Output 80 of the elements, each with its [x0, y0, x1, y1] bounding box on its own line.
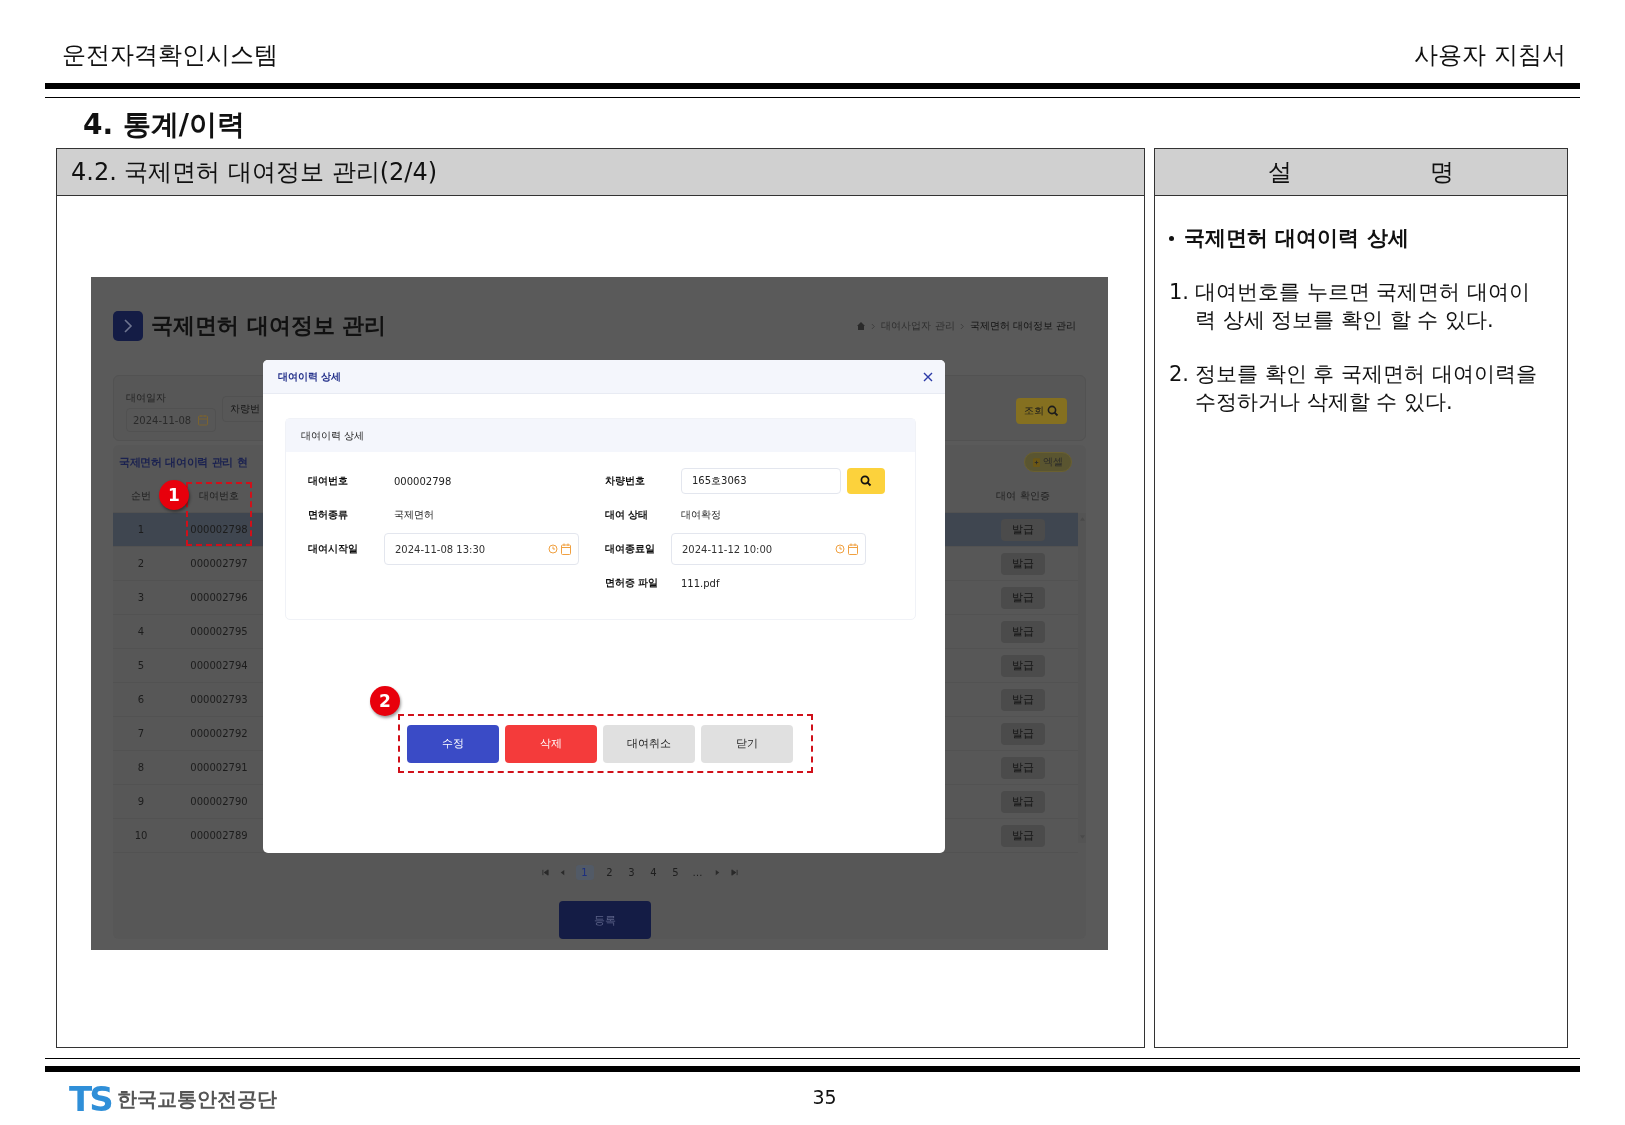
home-icon[interactable] — [856, 321, 867, 331]
field-label: 대여 상태 — [605, 508, 650, 522]
page-link[interactable]: … — [691, 866, 704, 878]
page-title: 국제면허 대여정보 관리 — [151, 312, 387, 340]
rental-number-link[interactable]: 000002795 — [190, 626, 248, 637]
dialog-button[interactable]: 수정 — [407, 724, 499, 763]
last-page-icon[interactable] — [730, 868, 738, 876]
bullet-icon — [1169, 235, 1174, 241]
close-icon[interactable] — [923, 371, 933, 382]
organization-name: 한국교통안전공단 — [116, 1085, 277, 1113]
vehicle-number-field[interactable]: 165호3063 — [681, 468, 841, 494]
rental-number-link[interactable]: 000002793 — [190, 694, 248, 705]
next-page-icon[interactable] — [713, 868, 721, 876]
step-text: 대여번호를 누르면 국제면허 대여이력 상세 정보를 확인 할 수 있다. — [1195, 279, 1532, 334]
table-cell: 2 — [137, 558, 145, 569]
step-badge: 2 — [370, 686, 400, 716]
step-text: 정보를 확인 후 국제면허 대여이력을 수정하거나 삭제할 수 있다. — [1195, 361, 1538, 416]
first-page-icon[interactable] — [541, 868, 549, 876]
table-cell: 8 — [137, 762, 145, 773]
description-heading: 국제면허 대여이력 상세 — [1184, 225, 1409, 252]
page-number: 35 — [811, 1086, 838, 1108]
step-badge: 1 — [159, 480, 189, 510]
field-label: 면허종류 — [308, 508, 349, 522]
panel-title: 설 명 — [1155, 149, 1567, 196]
table-cell: 10 — [134, 830, 148, 841]
search-button[interactable] — [847, 468, 885, 494]
field-value: 대여확정 — [681, 508, 722, 522]
dialog-button[interactable]: 닫기 — [701, 724, 793, 763]
clock-icon[interactable] — [835, 544, 845, 554]
search-icon — [1047, 405, 1059, 417]
chapter-title: 4. 통계/이력 — [82, 107, 247, 143]
rental-number-link[interactable]: 000002789 — [190, 830, 248, 841]
field-value: 111.pdf — [681, 577, 721, 589]
table-cell: 4 — [137, 626, 145, 637]
datetime-field[interactable]: 2024-11-08 13:30 — [384, 533, 579, 565]
dialog-button[interactable]: 대여취소 — [603, 724, 695, 763]
rental-number-link[interactable]: 000002797 — [190, 558, 248, 569]
search-icon — [860, 475, 872, 487]
section-title: 대여이력 상세 — [286, 419, 915, 452]
manual-title: 사용자 지침서 — [1414, 40, 1566, 71]
table-cell: 6 — [137, 694, 145, 705]
rental-number-link[interactable]: 000002790 — [190, 796, 248, 807]
clock-icon[interactable] — [548, 544, 558, 554]
field-value: 000002798 — [394, 475, 453, 487]
calendar-icon[interactable] — [561, 543, 571, 555]
page-link[interactable]: 5 — [669, 866, 682, 878]
step-number: 1. — [1169, 279, 1190, 306]
calendar-icon[interactable] — [197, 414, 209, 426]
rental-number-link[interactable]: 000002791 — [190, 762, 248, 773]
table-title: 국제면허 대여이력 관리 현 — [119, 454, 248, 470]
table-cell: 9 — [137, 796, 145, 807]
step-number: 2. — [1169, 361, 1190, 388]
table-cell: 5 — [137, 660, 145, 671]
rental-number-link[interactable]: 000002792 — [190, 728, 248, 739]
dialog-title: 대여이력 상세 — [278, 369, 342, 384]
page-link[interactable]: 4 — [647, 866, 660, 878]
field-value: 국제면허 — [394, 508, 435, 522]
file-icon — [1033, 457, 1040, 467]
chevron-icon — [113, 311, 143, 341]
register-button[interactable]: 등록 — [559, 901, 651, 939]
logo-mark: TS — [69, 1082, 111, 1116]
field-label: 대여종료일 — [605, 542, 656, 556]
field-label: 대여번호 — [308, 474, 349, 488]
system-name: 운전자격확인시스템 — [62, 40, 278, 71]
datetime-field[interactable]: 2024-11-12 10:00 — [671, 533, 866, 565]
calendar-icon[interactable] — [848, 543, 858, 555]
field-label: 면허증 파일 — [605, 576, 660, 590]
dialog-button[interactable]: 삭제 — [505, 724, 597, 763]
rental-number-link[interactable]: 000002796 — [190, 592, 248, 603]
search-button[interactable]: 조회 — [1016, 398, 1067, 424]
previous-page-icon[interactable] — [558, 868, 566, 876]
panel-title: 4.2. 국제면허 대여정보 관리(2/4) — [57, 149, 1144, 196]
field-label: 대여시작일 — [308, 542, 359, 556]
page-link[interactable]: 3 — [625, 866, 638, 878]
page-link[interactable]: 2 — [603, 866, 616, 878]
table-cell: 7 — [137, 728, 145, 739]
breadcrumb-link[interactable]: 국제면허 대여정보 관리 — [969, 319, 1076, 333]
rental-number-link[interactable]: 000002794 — [190, 660, 248, 671]
field-label: 차량번호 — [605, 474, 646, 488]
table-cell: 3 — [137, 592, 145, 603]
